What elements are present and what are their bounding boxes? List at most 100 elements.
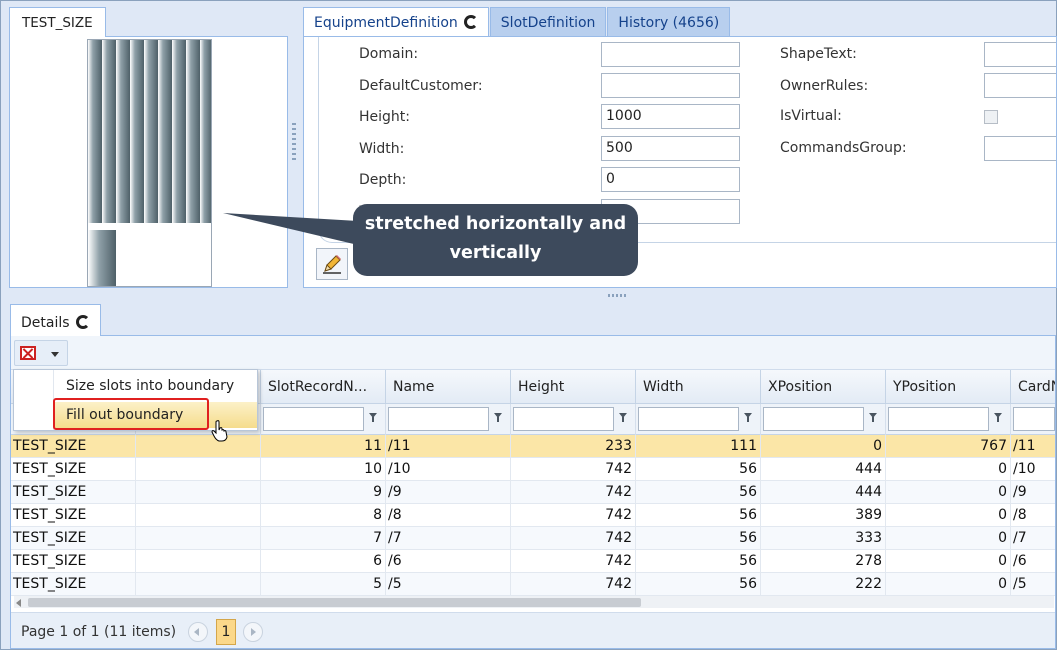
column-header-name[interactable]: Name	[386, 370, 511, 404]
filter-cell	[886, 404, 1011, 435]
table-cell: 8	[261, 504, 386, 526]
table-cell: 0	[886, 550, 1011, 572]
filter-icon[interactable]	[619, 413, 627, 422]
filter-input[interactable]	[388, 407, 489, 431]
slot-shape[interactable]	[88, 40, 102, 223]
width-field[interactable]: 500	[601, 136, 740, 161]
tab-equipment-definition[interactable]: EquipmentDefinition	[303, 7, 489, 37]
highlight-box	[53, 398, 209, 430]
filter-icon[interactable]	[994, 413, 1002, 422]
prev-page-icon[interactable]	[188, 622, 208, 642]
column-header-slot-record[interactable]: SlotRecordN...	[261, 370, 386, 404]
table-row[interactable]: TEST_SIZE 9/9 742 56 444 0/9	[11, 481, 1055, 504]
app-window: TEST_SIZE EquipmentDefinition SlotDefini…	[0, 0, 1057, 650]
table-cell: 5	[261, 573, 386, 595]
default-customer-field[interactable]	[601, 73, 740, 98]
table-row[interactable]: TEST_SIZE 10/10 742 56 444 0/10	[11, 458, 1055, 481]
scrollbar-thumb[interactable]	[28, 598, 641, 607]
filter-cell	[386, 404, 511, 435]
table-row[interactable]: TEST_SIZE 11/11 233 111 0 767/11	[11, 435, 1055, 458]
refresh-icon[interactable]	[463, 15, 478, 29]
page-number-button[interactable]: 1	[216, 619, 236, 645]
filter-icon[interactable]	[869, 413, 877, 422]
is-virtual-checkbox[interactable]	[984, 110, 998, 124]
table-cell: TEST_SIZE	[11, 435, 136, 457]
table-cell: TEST_SIZE	[11, 550, 136, 572]
chevron-down-icon[interactable]	[51, 352, 59, 357]
table-cell: 742	[511, 458, 636, 480]
slot-shape[interactable]	[186, 40, 200, 223]
filter-input[interactable]	[888, 407, 989, 431]
slot-shape-small[interactable]	[88, 230, 116, 286]
filter-icon[interactable]	[369, 413, 377, 422]
table-cell: 0	[761, 435, 886, 457]
table-cell: TEST_SIZE	[11, 573, 136, 595]
slot-shape[interactable]	[116, 40, 130, 223]
fit-boundary-button[interactable]	[14, 340, 68, 366]
domain-field[interactable]	[601, 42, 740, 67]
filter-cell	[636, 404, 761, 435]
table-row[interactable]: TEST_SIZE 8/8 742 56 389 0/8	[11, 504, 1055, 527]
hand-cursor-icon	[211, 420, 228, 442]
table-cell: TEST_SIZE	[11, 504, 136, 526]
table-cell: 742	[511, 504, 636, 526]
table-row[interactable]: TEST_SIZE 6/6 742 56 278 0/6	[11, 550, 1055, 573]
filter-icon[interactable]	[494, 413, 502, 422]
tab-details[interactable]: Details	[10, 304, 101, 336]
filter-icon[interactable]	[744, 413, 752, 422]
table-cell: 0	[886, 504, 1011, 526]
slot-shape[interactable]	[144, 40, 158, 223]
table-cell: /11	[386, 435, 511, 457]
column-header-height[interactable]: Height	[511, 370, 636, 404]
slot-shape[interactable]	[200, 40, 211, 223]
filter-input[interactable]	[263, 407, 364, 431]
slot-shape[interactable]	[172, 40, 186, 223]
filter-input[interactable]	[1013, 407, 1055, 431]
column-header-xposition[interactable]: XPosition	[761, 370, 886, 404]
shape-text-field[interactable]	[984, 42, 1056, 67]
table-cell: /11	[1011, 435, 1055, 457]
filter-input[interactable]	[513, 407, 614, 431]
next-page-icon[interactable]	[243, 622, 263, 642]
table-cell: 767	[886, 435, 1011, 457]
table-cell: 389	[761, 504, 886, 526]
depth-field[interactable]: 0	[601, 167, 740, 192]
pencil-icon	[323, 255, 341, 274]
table-row[interactable]: TEST_SIZE 5/5 742 56 222 0/5	[11, 573, 1055, 596]
commands-group-label: CommandsGroup:	[780, 140, 907, 156]
menu-item-size-slots[interactable]: Size slots into boundary	[54, 373, 257, 399]
filter-cell	[761, 404, 886, 435]
refresh-icon[interactable]	[75, 315, 90, 329]
column-header-card[interactable]: CardN	[1011, 370, 1055, 404]
horizontal-splitter[interactable]	[3, 291, 1056, 300]
table-cell: 9	[261, 481, 386, 503]
pager: Page 1 of 1 (11 items) 1	[11, 612, 1055, 648]
tab-test-size[interactable]: TEST_SIZE	[9, 7, 106, 37]
slot-shape[interactable]	[102, 40, 116, 223]
edit-button[interactable]	[316, 248, 348, 280]
table-row[interactable]: TEST_SIZE 7/7 742 56 333 0/7	[11, 527, 1055, 550]
table-cell: 7	[261, 527, 386, 549]
filter-input[interactable]	[638, 407, 739, 431]
commands-group-field[interactable]	[984, 136, 1056, 161]
table-cell	[136, 573, 261, 595]
tab-label: EquipmentDefinition	[314, 15, 458, 31]
table-cell: 278	[761, 550, 886, 572]
tab-slot-definition[interactable]: SlotDefinition	[489, 7, 607, 37]
scroll-left-icon[interactable]	[16, 599, 21, 607]
column-header-width[interactable]: Width	[636, 370, 761, 404]
table-cell: 333	[761, 527, 886, 549]
table-cell: /9	[1011, 481, 1055, 503]
table-cell: 742	[511, 550, 636, 572]
table-cell: 742	[511, 527, 636, 549]
horizontal-scrollbar[interactable]	[14, 596, 1054, 608]
filter-input[interactable]	[763, 407, 864, 431]
table-cell: TEST_SIZE	[11, 481, 136, 503]
tab-history[interactable]: History (4656)	[607, 7, 731, 37]
slot-shape[interactable]	[130, 40, 144, 223]
column-header-yposition[interactable]: YPosition	[886, 370, 1011, 404]
height-field[interactable]: 1000	[601, 104, 740, 129]
table-cell: 56	[636, 458, 761, 480]
slot-shape[interactable]	[158, 40, 172, 223]
owner-rules-field[interactable]	[984, 73, 1056, 98]
